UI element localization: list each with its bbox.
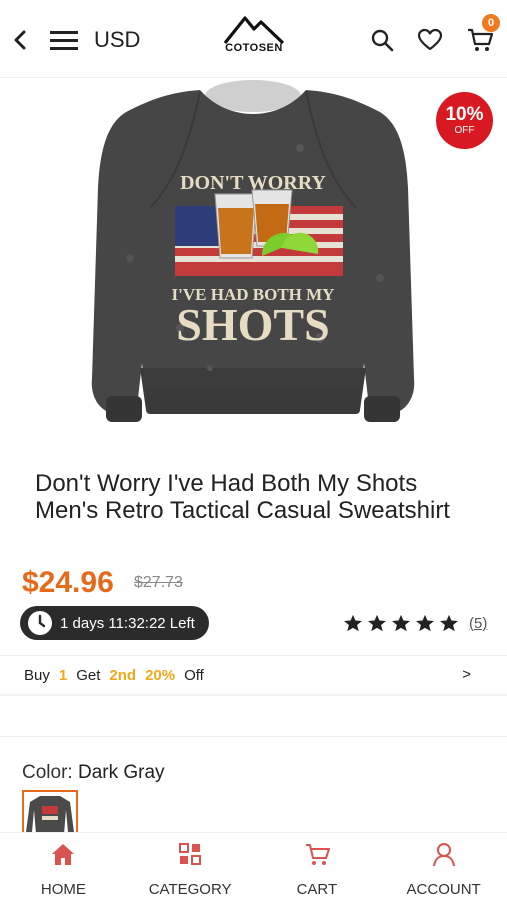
heart-icon	[417, 28, 443, 51]
sale-price: $24.96	[22, 566, 114, 599]
bottom-navigation: HOME CATEGORY CART ACCOUNT	[0, 832, 507, 900]
header-cart-button[interactable]: 0	[464, 14, 500, 56]
brand-logo[interactable]: COTOSEN	[214, 14, 294, 64]
divider	[0, 736, 507, 737]
back-button[interactable]	[8, 26, 32, 54]
countdown-timer: 1 days 11:32:22 Left	[20, 606, 209, 640]
divider	[0, 694, 507, 696]
countdown-text: 1 days 11:32:22 Left	[60, 614, 195, 632]
nav-cart[interactable]: CART	[254, 833, 381, 900]
product-image[interactable]: DON'T WORRY I'VE HAD BOTH MY SHOTS 10% O…	[0, 78, 507, 453]
nav-cart-label: CART	[296, 881, 338, 898]
nav-account-label: ACCOUNT	[406, 881, 481, 898]
account-icon	[432, 843, 455, 867]
color-swatch-dark-gray[interactable]	[22, 790, 78, 838]
color-value: Dark Gray	[77, 762, 165, 783]
search-button[interactable]	[368, 26, 396, 54]
top-header: USD COTOSEN 0	[0, 0, 507, 78]
currency-selector[interactable]: USD	[94, 26, 140, 54]
nav-home[interactable]: HOME	[0, 833, 127, 900]
search-icon	[371, 29, 394, 52]
nav-home-label: HOME	[40, 881, 86, 898]
star-icon	[416, 614, 434, 632]
shirt-text-line3: SHOTS	[176, 299, 329, 350]
promo-off-label: Off	[184, 666, 204, 684]
mountain-logo-icon	[223, 16, 285, 44]
discount-badge: 10% OFF	[436, 92, 493, 149]
promo-buy-qty: 1	[58, 666, 68, 684]
chevron-right-icon: >	[462, 666, 471, 683]
promo-get-label: Get	[76, 666, 101, 684]
star-icon	[392, 614, 410, 632]
category-icon	[179, 843, 202, 865]
cart-count-badge: 0	[482, 14, 500, 32]
nav-category-label: CATEGORY	[148, 881, 232, 898]
back-arrow-icon	[14, 30, 26, 50]
nav-account[interactable]: ACCOUNT	[380, 833, 507, 900]
shirt-text-line1: DON'T WORRY	[180, 172, 326, 194]
discount-suffix: OFF	[454, 125, 475, 136]
star-icon	[440, 614, 458, 632]
wishlist-button[interactable]	[416, 26, 444, 54]
hamburger-menu-icon	[50, 31, 78, 50]
review-count-link[interactable]: (5)	[469, 615, 487, 632]
promo-discount: 20%	[145, 666, 176, 684]
color-option-label: Color: Dark Gray	[22, 762, 165, 784]
product-title: Don't Worry I've Had Both My Shots Men's…	[35, 470, 450, 524]
discount-percent: 10%	[445, 104, 484, 125]
clock-icon	[28, 611, 52, 635]
nav-category[interactable]: CATEGORY	[127, 833, 254, 900]
star-icon	[344, 614, 362, 632]
promo-banner[interactable]: Buy 1 Get 2nd 20% Off >	[0, 656, 507, 694]
logo-text: COTOSEN	[225, 42, 283, 54]
cart-icon	[305, 844, 330, 865]
promo-get-item: 2nd	[109, 666, 137, 684]
star-icon	[368, 614, 386, 632]
promo-buy-label: Buy	[24, 666, 50, 684]
original-price: $27.73	[134, 574, 183, 591]
home-icon	[52, 844, 75, 865]
sweatshirt-image: DON'T WORRY I'VE HAD BOTH MY SHOTS	[91, 80, 415, 422]
menu-button[interactable]	[48, 26, 80, 54]
product-rating[interactable]: (5)	[343, 614, 487, 632]
color-label-text: Color:	[22, 762, 73, 783]
